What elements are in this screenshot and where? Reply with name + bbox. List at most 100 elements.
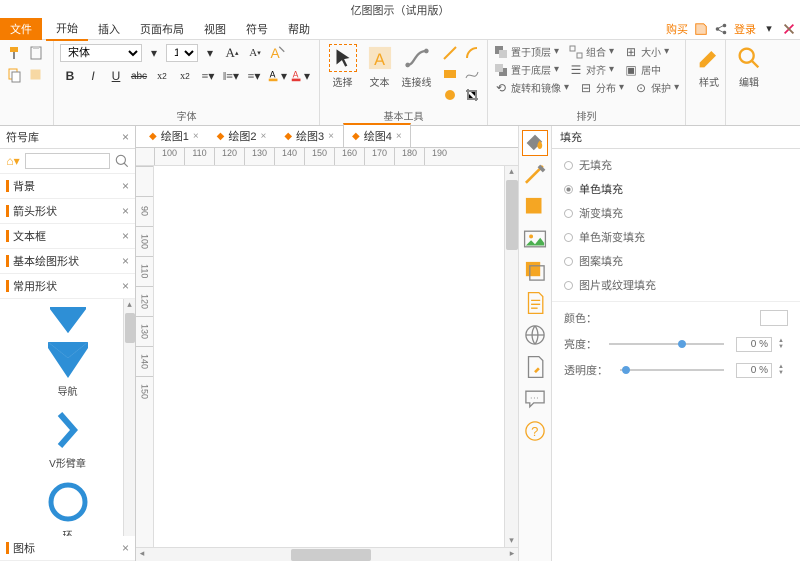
style-tool[interactable]: 样式: [692, 44, 726, 89]
crop-icon[interactable]: [463, 86, 481, 104]
globe-tool-icon[interactable]: [522, 322, 548, 348]
drawing-canvas[interactable]: [154, 166, 504, 547]
increase-font-icon[interactable]: A▴: [222, 44, 242, 62]
help-tool-icon[interactable]: ?: [522, 418, 548, 444]
login-link[interactable]: 登录: [734, 21, 756, 37]
rect-shape-icon[interactable]: [441, 65, 459, 83]
shape-chevron[interactable]: V形臂章: [4, 408, 131, 470]
brightness-slider[interactable]: [609, 343, 724, 345]
line-shape-icon[interactable]: [441, 44, 459, 62]
arc-shape-icon[interactable]: [463, 44, 481, 62]
font-color-button[interactable]: A▾: [290, 67, 310, 85]
font-size-select[interactable]: 10: [166, 44, 198, 62]
text-tool[interactable]: A 文本: [363, 44, 396, 89]
image-tool-icon[interactable]: [522, 226, 548, 252]
align-button[interactable]: ≡▾: [244, 67, 264, 85]
menu-insert[interactable]: 插入: [88, 18, 130, 40]
connector-tool[interactable]: 连接线: [400, 44, 433, 89]
category-common-shapes[interactable]: 常用形状×: [0, 274, 135, 299]
home-icon[interactable]: ⌂▾: [4, 152, 22, 170]
brightness-value[interactable]: 0 %: [736, 337, 772, 352]
doc-tab-2[interactable]: ◆绘图2×: [208, 124, 276, 147]
menu-view[interactable]: 视图: [194, 18, 236, 40]
category-textbox[interactable]: 文本框×: [0, 224, 135, 249]
menu-help[interactable]: 帮助: [278, 18, 320, 40]
dropdown-icon[interactable]: ▾: [762, 22, 776, 36]
close-icon[interactable]: ×: [122, 130, 129, 144]
search-icon[interactable]: [113, 152, 131, 170]
shape-nav-arrow[interactable]: 导航: [4, 303, 131, 398]
canvas-vertical-scrollbar[interactable]: ▴ ▾: [504, 166, 518, 547]
underline-button[interactable]: U: [106, 67, 126, 85]
canvas-horizontal-scrollbar[interactable]: ◂ ▸: [136, 547, 518, 561]
scrollbar-thumb[interactable]: [506, 180, 518, 250]
doc-tab-1[interactable]: ◆绘图1×: [140, 124, 208, 147]
distribute-button[interactable]: ⊟分布▾: [579, 80, 624, 95]
shape-ring[interactable]: 环: [4, 480, 131, 536]
symbol-scrollbar[interactable]: ▴: [123, 299, 135, 536]
fill-tool-icon[interactable]: [522, 130, 548, 156]
menu-layout[interactable]: 页面布局: [130, 18, 194, 40]
superscript-button[interactable]: x2: [175, 67, 195, 85]
fill-option-gradient[interactable]: 渐变填充: [564, 205, 788, 221]
opacity-slider[interactable]: [620, 369, 724, 371]
font-dropdown-icon[interactable]: ▾: [145, 44, 163, 62]
comment-tool-icon[interactable]: ···: [522, 386, 548, 412]
ellipse-shape-icon[interactable]: [441, 86, 459, 104]
fill-option-pattern[interactable]: 图案填充: [564, 253, 788, 269]
symbol-search-input[interactable]: [25, 153, 110, 169]
close-app-icon[interactable]: [782, 22, 796, 36]
shadow-tool-icon[interactable]: [522, 194, 548, 220]
scrollbar-thumb[interactable]: [125, 313, 135, 343]
layer-tool-icon[interactable]: [522, 258, 548, 284]
fill-option-solid[interactable]: 单色填充: [564, 181, 788, 197]
line-spacing-button[interactable]: ‖≡▾: [221, 67, 241, 85]
subscript-button[interactable]: x2: [152, 67, 172, 85]
opacity-spinner[interactable]: ▲▼: [778, 364, 788, 376]
fill-option-mono-gradient[interactable]: 单色渐变填充: [564, 229, 788, 245]
cut-icon[interactable]: [27, 66, 45, 84]
category-arrows[interactable]: 箭头形状×: [0, 199, 135, 224]
italic-button[interactable]: I: [83, 67, 103, 85]
menu-start[interactable]: 开始: [46, 17, 88, 41]
freeform-icon[interactable]: [463, 65, 481, 83]
fill-option-texture[interactable]: 图片或纹理填充: [564, 277, 788, 293]
category-icons[interactable]: 图标×: [0, 536, 135, 561]
send-back-button[interactable]: 置于底层▾: [494, 62, 559, 77]
bring-front-button[interactable]: 置于顶层▾: [494, 44, 559, 59]
copy-icon[interactable]: [6, 66, 24, 84]
bullets-button[interactable]: ≡▾: [198, 67, 218, 85]
edit-tool[interactable]: 编辑: [732, 44, 766, 89]
group-button[interactable]: 组合▾: [569, 44, 614, 59]
opacity-value[interactable]: 0 %: [736, 363, 772, 378]
menu-symbol[interactable]: 符号: [236, 18, 278, 40]
fill-option-none[interactable]: 无填充: [564, 157, 788, 173]
clear-format-icon[interactable]: A: [268, 44, 288, 62]
link-tool-icon[interactable]: [522, 354, 548, 380]
scrollbar-thumb[interactable]: [291, 549, 371, 561]
select-tool[interactable]: 选择: [326, 44, 359, 89]
center-button[interactable]: ▣居中: [624, 62, 661, 77]
page-tool-icon[interactable]: [522, 290, 548, 316]
doc-tab-3[interactable]: ◆绘图3×: [275, 124, 343, 147]
category-background[interactable]: 背景×: [0, 174, 135, 199]
format-painter-icon[interactable]: [6, 44, 24, 62]
size-button[interactable]: ⊞大小▾: [624, 44, 669, 59]
size-dropdown-icon[interactable]: ▾: [201, 44, 219, 62]
brightness-spinner[interactable]: ▲▼: [778, 338, 788, 350]
protect-button[interactable]: ⊙保护▾: [634, 80, 679, 95]
decrease-font-icon[interactable]: A▾: [245, 44, 265, 62]
align-button[interactable]: ☰对齐▾: [569, 62, 614, 77]
paste-icon[interactable]: [27, 44, 45, 62]
file-menu[interactable]: 文件: [0, 18, 42, 40]
strike-button[interactable]: abc: [129, 67, 149, 85]
category-basic-shapes[interactable]: 基本绘图形状×: [0, 249, 135, 274]
highlight-button[interactable]: A▾: [267, 67, 287, 85]
font-family-select[interactable]: 宋体: [60, 44, 142, 62]
buy-link[interactable]: 购买: [666, 21, 688, 37]
color-swatch[interactable]: [760, 310, 788, 326]
export-icon[interactable]: [694, 22, 708, 36]
bold-button[interactable]: B: [60, 67, 80, 85]
share-icon[interactable]: [714, 22, 728, 36]
rotate-button[interactable]: ⟲旋转和镜像▾: [494, 80, 569, 95]
